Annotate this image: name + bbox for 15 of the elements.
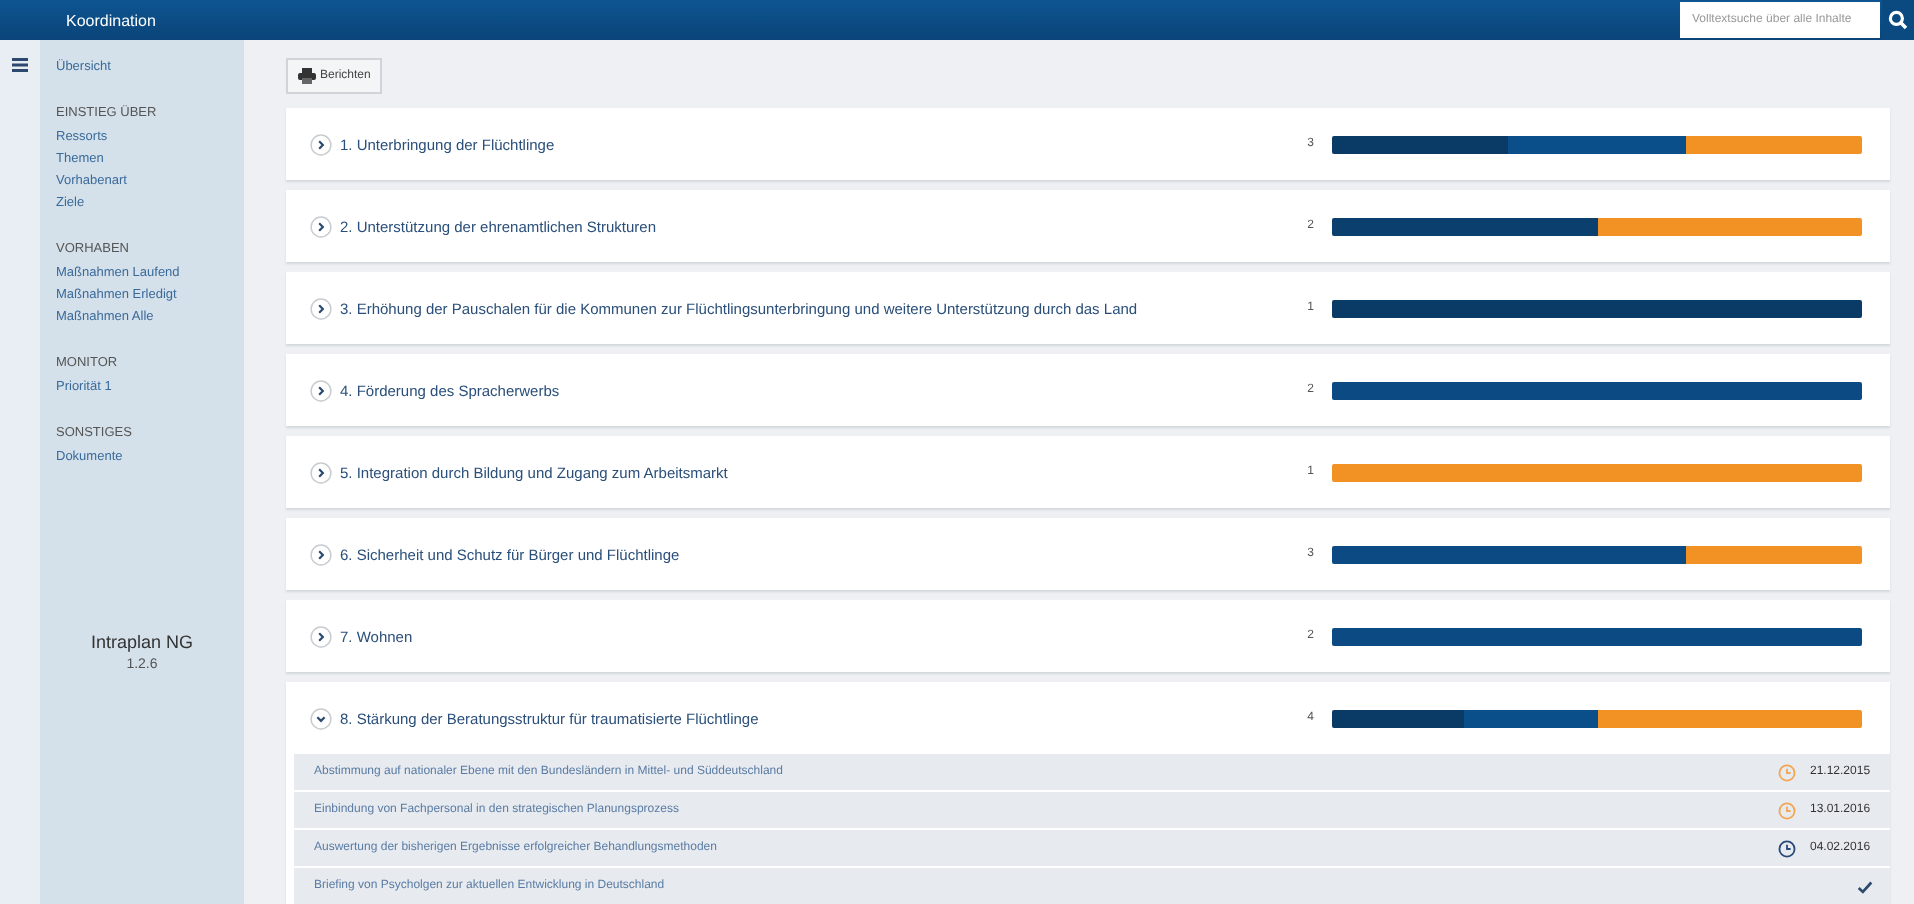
check-icon	[1856, 877, 1874, 895]
chevron-right-icon[interactable]	[310, 297, 332, 319]
chevron-right-icon[interactable]	[310, 461, 332, 483]
chevron-right-icon[interactable]	[310, 543, 332, 565]
chevron-down-icon[interactable]	[310, 707, 332, 729]
chevron-right-icon[interactable]	[310, 379, 332, 401]
search-icon	[1888, 10, 1908, 30]
chevron-right-icon[interactable]	[310, 215, 332, 237]
menu-icon[interactable]	[12, 58, 28, 72]
app-name: Intraplan NG	[90, 632, 194, 652]
app-title: Koordination	[66, 11, 158, 29]
chevron-right-icon[interactable]	[310, 133, 332, 155]
chevron-right-icon[interactable]	[310, 625, 332, 647]
printer-icon	[298, 68, 316, 84]
search-button[interactable]	[1882, 0, 1914, 40]
